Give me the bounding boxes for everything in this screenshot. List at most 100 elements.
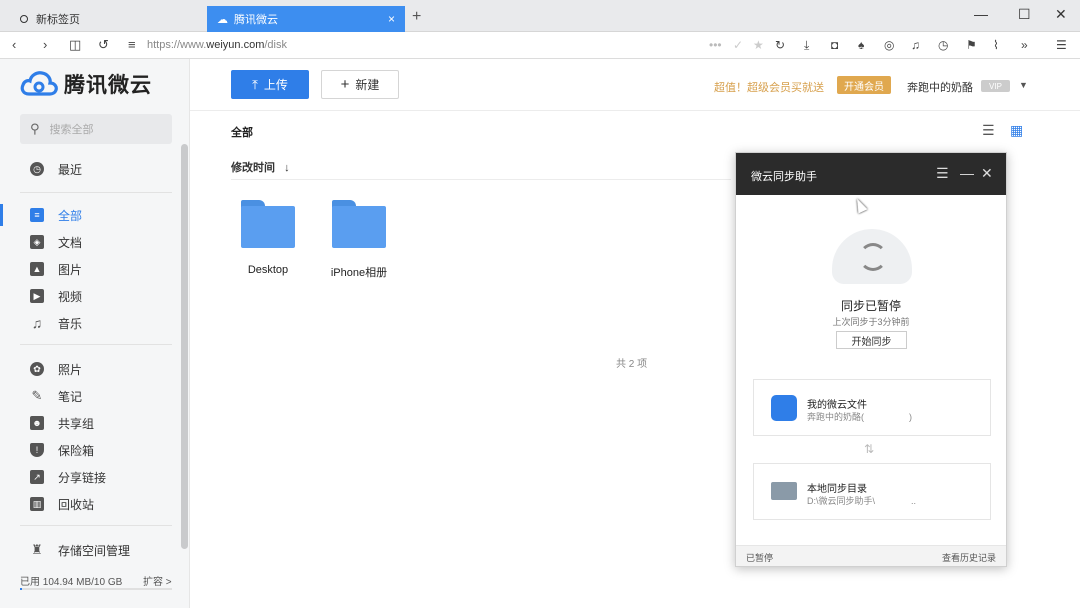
close-window-button[interactable]: ✕ — [1055, 6, 1067, 23]
start-sync-button[interactable]: 开始同步 — [836, 331, 907, 349]
sync-assistant-dialog: 微云同步助手 ☰ — ✕ 同步已暂停 上次同步于3分钟前 开始同步 我的微云文件… — [735, 152, 1007, 567]
chevron-down-icon[interactable]: ▼ — [1019, 80, 1028, 90]
promo-link[interactable]: 超值！超级会员买就送 — [714, 79, 824, 95]
sidebar-item-label: 存储空间管理 — [58, 543, 131, 558]
brand-logo[interactable]: 腾讯微云 — [20, 69, 152, 99]
sidebar-item-label: 保险箱 — [58, 443, 95, 458]
image-icon: ▲ — [30, 262, 44, 276]
sidebar-scrollbar[interactable] — [181, 144, 188, 549]
dialog-footer: 已暂停 查看历史记录 — [736, 545, 1006, 566]
arrow-down-icon: ↓ — [284, 162, 290, 174]
local-folder-card[interactable]: 本地同步目录 D:\微云同步助手\ .. — [753, 463, 991, 520]
sort-divider — [231, 179, 731, 180]
star-icon[interactable]: ★ — [753, 38, 764, 52]
broom-icon: ♜ — [31, 542, 43, 557]
browser-tab-bar: 新标签页 ☁ 腾讯微云 × + — ☐ ✕ — [0, 0, 1080, 32]
storage-progress — [20, 588, 172, 590]
page-menu-icon[interactable]: ≡ — [128, 37, 136, 52]
tab-weiyun[interactable]: ☁ 腾讯微云 × — [207, 6, 405, 32]
header-divider — [190, 110, 1080, 111]
sidebar-item-share-group[interactable]: ☻ 共享组 — [0, 412, 180, 434]
close-icon[interactable]: ✕ — [981, 165, 993, 182]
sidebar-item-share-links[interactable]: ↗ 分享链接 — [0, 466, 180, 488]
more-dots-icon[interactable]: ••• — [709, 38, 722, 52]
grid-view-icon[interactable]: ▦ — [1010, 122, 1023, 139]
forward-icon[interactable]: › — [43, 37, 47, 52]
sidebar-item-notes[interactable]: ✎ 笔记 — [0, 385, 180, 407]
cloud-files-card[interactable]: 我的微云文件 奔跑中的奶酪( ) — [753, 379, 991, 436]
sidebar-item-safe[interactable]: ! 保险箱 — [0, 439, 180, 461]
note-icon: ✎ — [31, 388, 43, 403]
dialog-title: 微云同步助手 — [751, 171, 817, 183]
tab-label: 新标签页 — [36, 14, 80, 26]
history-icon[interactable]: ↺ — [98, 37, 109, 53]
sidebar-item-all[interactable]: ≡ 全部 — [0, 204, 180, 226]
username[interactable]: 奔跑中的奶酪 — [907, 79, 973, 95]
upload-icon: ⤒ — [252, 76, 258, 92]
maximize-button[interactable]: ☐ — [1018, 6, 1031, 23]
tab-new-tab[interactable]: 新标签页 — [10, 6, 206, 32]
sidebar-divider — [20, 192, 172, 193]
more-icon[interactable]: » — [1021, 38, 1028, 52]
sidebar-item-label: 最近 — [58, 162, 83, 177]
rss-icon[interactable]: ⌇ — [993, 38, 999, 52]
sidebar-item-label: 笔记 — [58, 389, 83, 404]
reader-icon[interactable]: ◫ — [69, 37, 81, 53]
sidebar-item-label: 共享组 — [58, 416, 95, 431]
clock-icon[interactable]: ◷ — [938, 38, 948, 52]
sort-by-modified[interactable]: 修改时间 ↓ — [231, 159, 290, 175]
refresh-icon[interactable]: ↻ — [775, 38, 785, 52]
storage-progress-fill — [20, 588, 22, 590]
expand-storage-link[interactable]: 扩容 > — [143, 573, 172, 588]
sidebar-item-trash[interactable]: ▥ 回收站 — [0, 493, 180, 515]
menu-icon[interactable]: ☰ — [936, 165, 949, 182]
search-input[interactable]: ⚲ 搜索全部 — [20, 114, 172, 144]
sync-icon — [859, 243, 887, 271]
minimize-icon[interactable]: — — [960, 165, 974, 181]
upload-button[interactable]: ⤒ 上传 — [231, 70, 309, 99]
safe-icon: ! — [30, 443, 44, 457]
sidebar-item-recent[interactable]: ◷ 最近 — [0, 158, 180, 180]
folder-name: iPhone相册 — [330, 267, 388, 279]
bookmark-icon[interactable]: ⚑ — [966, 38, 977, 52]
download-icon[interactable]: ⤓ — [804, 38, 809, 53]
sidebar-item-label: 照片 — [58, 362, 83, 377]
sidebar-item-videos[interactable]: ▶ 视频 — [0, 285, 180, 307]
extension-icon[interactable]: ♠ — [858, 38, 864, 52]
sidebar-item-images[interactable]: ▲ 图片 — [0, 258, 180, 280]
sidebar-item-music[interactable]: ♫ 音乐 — [0, 312, 180, 334]
dialog-header[interactable]: 微云同步助手 ☰ — ✕ — [736, 153, 1006, 195]
open-vip-button[interactable]: 开通会员 — [837, 76, 891, 94]
sidebar-item-documents[interactable]: ◈ 文档 — [0, 231, 180, 253]
headphones-icon[interactable]: ♫ — [911, 38, 920, 52]
list-view-icon[interactable]: ☰ — [982, 122, 995, 139]
breadcrumb: 全部 — [231, 127, 253, 139]
upload-label: 上传 — [263, 78, 288, 92]
video-icon: ▶ — [30, 289, 44, 303]
url-field[interactable]: https://www.weiyun.com/disk — [147, 39, 287, 51]
sidebar-item-photos[interactable]: ✿ 照片 — [0, 358, 180, 380]
weiyun-logo-icon — [20, 71, 58, 96]
back-icon[interactable]: ‹ — [12, 37, 16, 52]
vip-badge: VIP — [981, 80, 1010, 92]
camera-icon[interactable]: ◘ — [831, 38, 838, 52]
sidebar-item-label: 回收站 — [58, 497, 95, 512]
view-history-link[interactable]: 查看历史记录 — [942, 551, 996, 564]
close-tab-icon[interactable]: × — [388, 12, 395, 26]
sort-label: 修改时间 — [231, 162, 275, 174]
check-icon[interactable]: ✓ — [733, 38, 743, 52]
sidebar-item-label: 视频 — [58, 289, 83, 304]
folder-item[interactable]: iPhone相册 — [319, 200, 399, 280]
trash-icon: ▥ — [30, 497, 44, 511]
new-button[interactable]: + 新建 — [321, 70, 399, 99]
minimize-button[interactable]: — — [974, 6, 988, 22]
new-tab-button[interactable]: + — [412, 8, 421, 26]
search-placeholder: 搜索全部 — [49, 124, 94, 136]
folder-item[interactable]: Desktop — [228, 200, 308, 276]
browser-menu-icon[interactable]: ☰ — [1056, 38, 1067, 52]
compass-icon[interactable]: ◎ — [884, 38, 894, 52]
sidebar: 腾讯微云 ⚲ 搜索全部 ◷ 最近 ≡ 全部 ◈ 文档 ▲ 图片 ▶ 视频 ♫ 音… — [0, 59, 190, 608]
sidebar-item-label: 文档 — [58, 235, 83, 250]
sidebar-item-storage[interactable]: ♜ 存储空间管理 — [0, 539, 180, 561]
music-icon: ♫ — [31, 315, 43, 331]
